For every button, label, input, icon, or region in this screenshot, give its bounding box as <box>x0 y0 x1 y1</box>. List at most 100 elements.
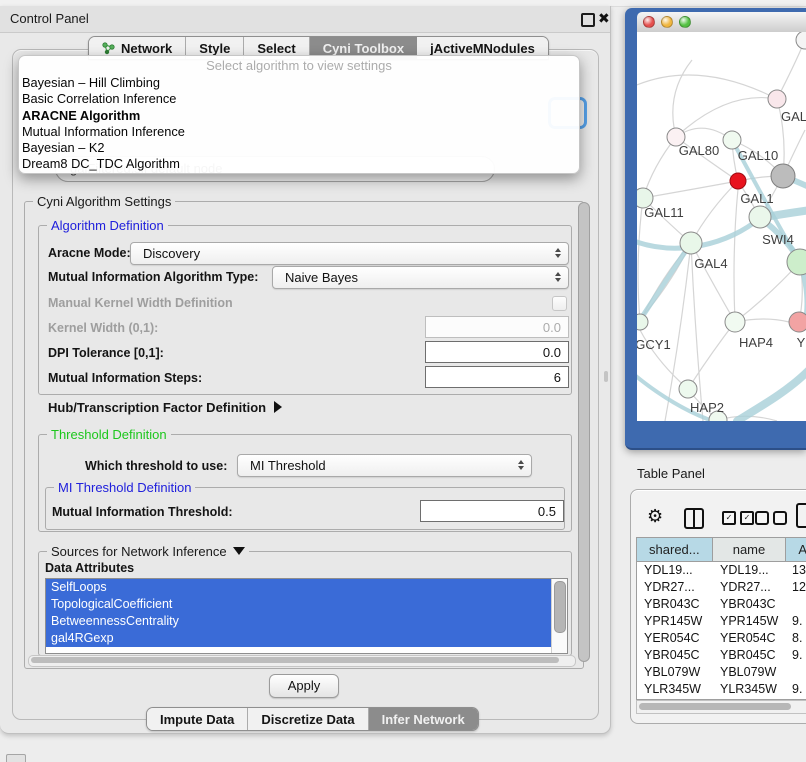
column-header-partial[interactable]: A <box>786 538 806 561</box>
algorithm-option[interactable]: Dream8 DC_TDC Algorithm <box>19 156 579 172</box>
split-columns-icon[interactable] <box>684 508 704 529</box>
network-edge[interactable] <box>734 189 738 322</box>
algorithm-option[interactable]: Mutual Information Inference <box>19 124 579 140</box>
bottom-tab-discretize-data[interactable]: Discretize Data <box>248 708 368 730</box>
table-cell: YBL079W <box>713 664 787 681</box>
top-tab-label: Cyni Toolbox <box>323 41 404 56</box>
bottom-tab-infer-network[interactable]: Infer Network <box>369 708 478 730</box>
bottom-tab-label: Impute Data <box>160 712 234 727</box>
network-edge[interactable] <box>638 198 643 322</box>
column-header-name[interactable]: name <box>713 538 787 561</box>
checked-box-icon: ✓ <box>740 511 754 525</box>
network-window-titlebar[interactable] <box>637 12 806 33</box>
table-row[interactable]: YPR145WYPR145W9. <box>637 613 806 630</box>
scrollbar-thumb[interactable] <box>31 657 559 663</box>
table-row[interactable]: YDL19...YDL19...13 <box>637 562 806 579</box>
zoom-window-icon[interactable] <box>679 16 691 28</box>
cyni-algorithm-settings-title: Cyni Algorithm Settings <box>33 194 175 209</box>
network-canvas[interactable]: GALGAL80GAL10GAL1GAL11SWI4GAL4HAP4YGCY1H… <box>637 32 806 421</box>
expand-right-icon <box>274 401 282 413</box>
table-cell: YDL19... <box>637 562 713 579</box>
minimized-panel-icon[interactable] <box>6 754 26 762</box>
network-node-hap2[interactable] <box>679 380 697 398</box>
network-node[interactable] <box>787 249 806 275</box>
table-cell: YBR043C <box>637 596 713 613</box>
network-edge[interactable] <box>637 75 777 99</box>
close-window-icon[interactable] <box>643 16 655 28</box>
kernel-width-input[interactable] <box>425 316 569 338</box>
bottom-tab-label: Infer Network <box>382 712 465 727</box>
float-panel-icon[interactable] <box>581 13 595 27</box>
algorithm-option[interactable]: ARACNE Algorithm <box>19 108 579 124</box>
bottom-tab-impute-data[interactable]: Impute Data <box>147 708 248 730</box>
network-node-gal4[interactable] <box>680 232 702 254</box>
network-edge[interactable] <box>676 98 777 137</box>
aracne-mode-combobox[interactable]: Discovery <box>130 242 569 265</box>
column-header-shared-name[interactable]: shared... <box>637 538 713 561</box>
table-cell: YPR145W <box>713 613 787 630</box>
network-node[interactable] <box>771 164 795 188</box>
mi-steps-label: Mutual Information Steps: <box>48 371 202 385</box>
list-vertical-scrollbar[interactable] <box>551 579 567 653</box>
table-row[interactable]: YLR345WYLR345W9. <box>637 681 806 698</box>
aracne-mode-label: Aracne Mode: <box>48 246 131 260</box>
table-cell: YLR345W <box>713 681 787 698</box>
network-node-gal[interactable] <box>768 90 786 108</box>
show-columns-icon[interactable]: ✓ ✓ <box>722 511 754 525</box>
algorithm-option[interactable]: Basic Correlation Inference <box>19 91 579 107</box>
settings-vertical-scrollbar[interactable] <box>578 202 590 660</box>
algorithm-option[interactable]: Bayesian – Hill Climbing <box>19 75 579 91</box>
network-node-label: GAL1 <box>740 191 773 206</box>
table-row[interactable]: YBL079WYBL079W <box>637 664 806 681</box>
settings-horizontal-scrollbar[interactable] <box>28 655 576 667</box>
network-node-swi4[interactable] <box>749 206 771 228</box>
attribute-list-item[interactable]: TopologicalCoefficient <box>46 596 552 613</box>
mi-type-combobox[interactable]: Naive Bayes <box>272 266 569 289</box>
hide-columns-icon[interactable] <box>755 511 787 525</box>
data-attributes-list[interactable]: SelfLoopsTopologicalCoefficientBetweenne… <box>45 578 568 654</box>
splitter-handle[interactable] <box>604 371 608 382</box>
network-edge[interactable] <box>691 243 735 322</box>
table-cell: YBR043C <box>713 596 787 613</box>
which-threshold-combobox[interactable]: MI Threshold <box>237 454 532 477</box>
aracne-mode-value: Discovery <box>143 243 200 264</box>
network-edge-thick[interactable] <box>737 370 806 421</box>
manual-kernel-checkbox[interactable] <box>552 296 567 311</box>
apply-button[interactable]: Apply <box>269 674 339 698</box>
network-node-gal1[interactable] <box>730 173 746 189</box>
table-row[interactable]: YDR27...YDR27...12 <box>637 579 806 596</box>
network-node-gcy1[interactable] <box>637 314 648 330</box>
attribute-list-item[interactable]: gal4RGexp <box>46 630 552 647</box>
scrollbar-thumb[interactable] <box>639 703 791 710</box>
table-row[interactable]: YBR043CYBR043C <box>637 596 806 613</box>
table-horizontal-scrollbar[interactable] <box>636 700 806 714</box>
network-node-gal10[interactable] <box>723 131 741 149</box>
minimize-window-icon[interactable] <box>661 16 673 28</box>
combo-arrows-icon <box>518 460 524 470</box>
mi-threshold-input[interactable] <box>420 500 564 522</box>
network-node-y[interactable] <box>789 312 806 332</box>
mi-steps-input[interactable] <box>425 366 569 388</box>
sources-group-title[interactable]: Sources for Network Inference <box>47 544 249 559</box>
gear-icon[interactable]: ⚙ <box>647 505 663 527</box>
attribute-list-item[interactable]: SelfLoops <box>46 579 552 596</box>
network-edge[interactable] <box>777 40 805 99</box>
table-function-icon[interactable] <box>796 503 806 528</box>
close-panel-icon[interactable]: ✖ <box>598 9 610 27</box>
attribute-list-item[interactable]: BetweennessCentrality <box>46 613 552 630</box>
scrollbar-thumb[interactable] <box>554 581 566 633</box>
network-edge[interactable] <box>688 322 735 389</box>
dropdown-placeholder: Select algorithm to view settings <box>19 56 579 75</box>
hub-definition-toggle[interactable]: Hub/Transcription Factor Definition <box>48 400 282 415</box>
network-node-label: HAP4 <box>739 335 773 350</box>
scrollbar-thumb[interactable] <box>578 202 590 662</box>
dpi-tolerance-input[interactable] <box>425 341 569 363</box>
algorithm-option[interactable]: Bayesian – K2 <box>19 140 579 156</box>
table-row[interactable]: YBR045CYBR045C9. <box>637 647 806 664</box>
network-node[interactable] <box>796 32 806 49</box>
table-panel-title: Table Panel <box>637 466 705 481</box>
table-row[interactable]: YER054CYER054C8. <box>637 630 806 647</box>
top-tab-label: Select <box>257 41 295 56</box>
unchecked-box-icon <box>773 511 787 525</box>
network-node-hap4[interactable] <box>725 312 745 332</box>
